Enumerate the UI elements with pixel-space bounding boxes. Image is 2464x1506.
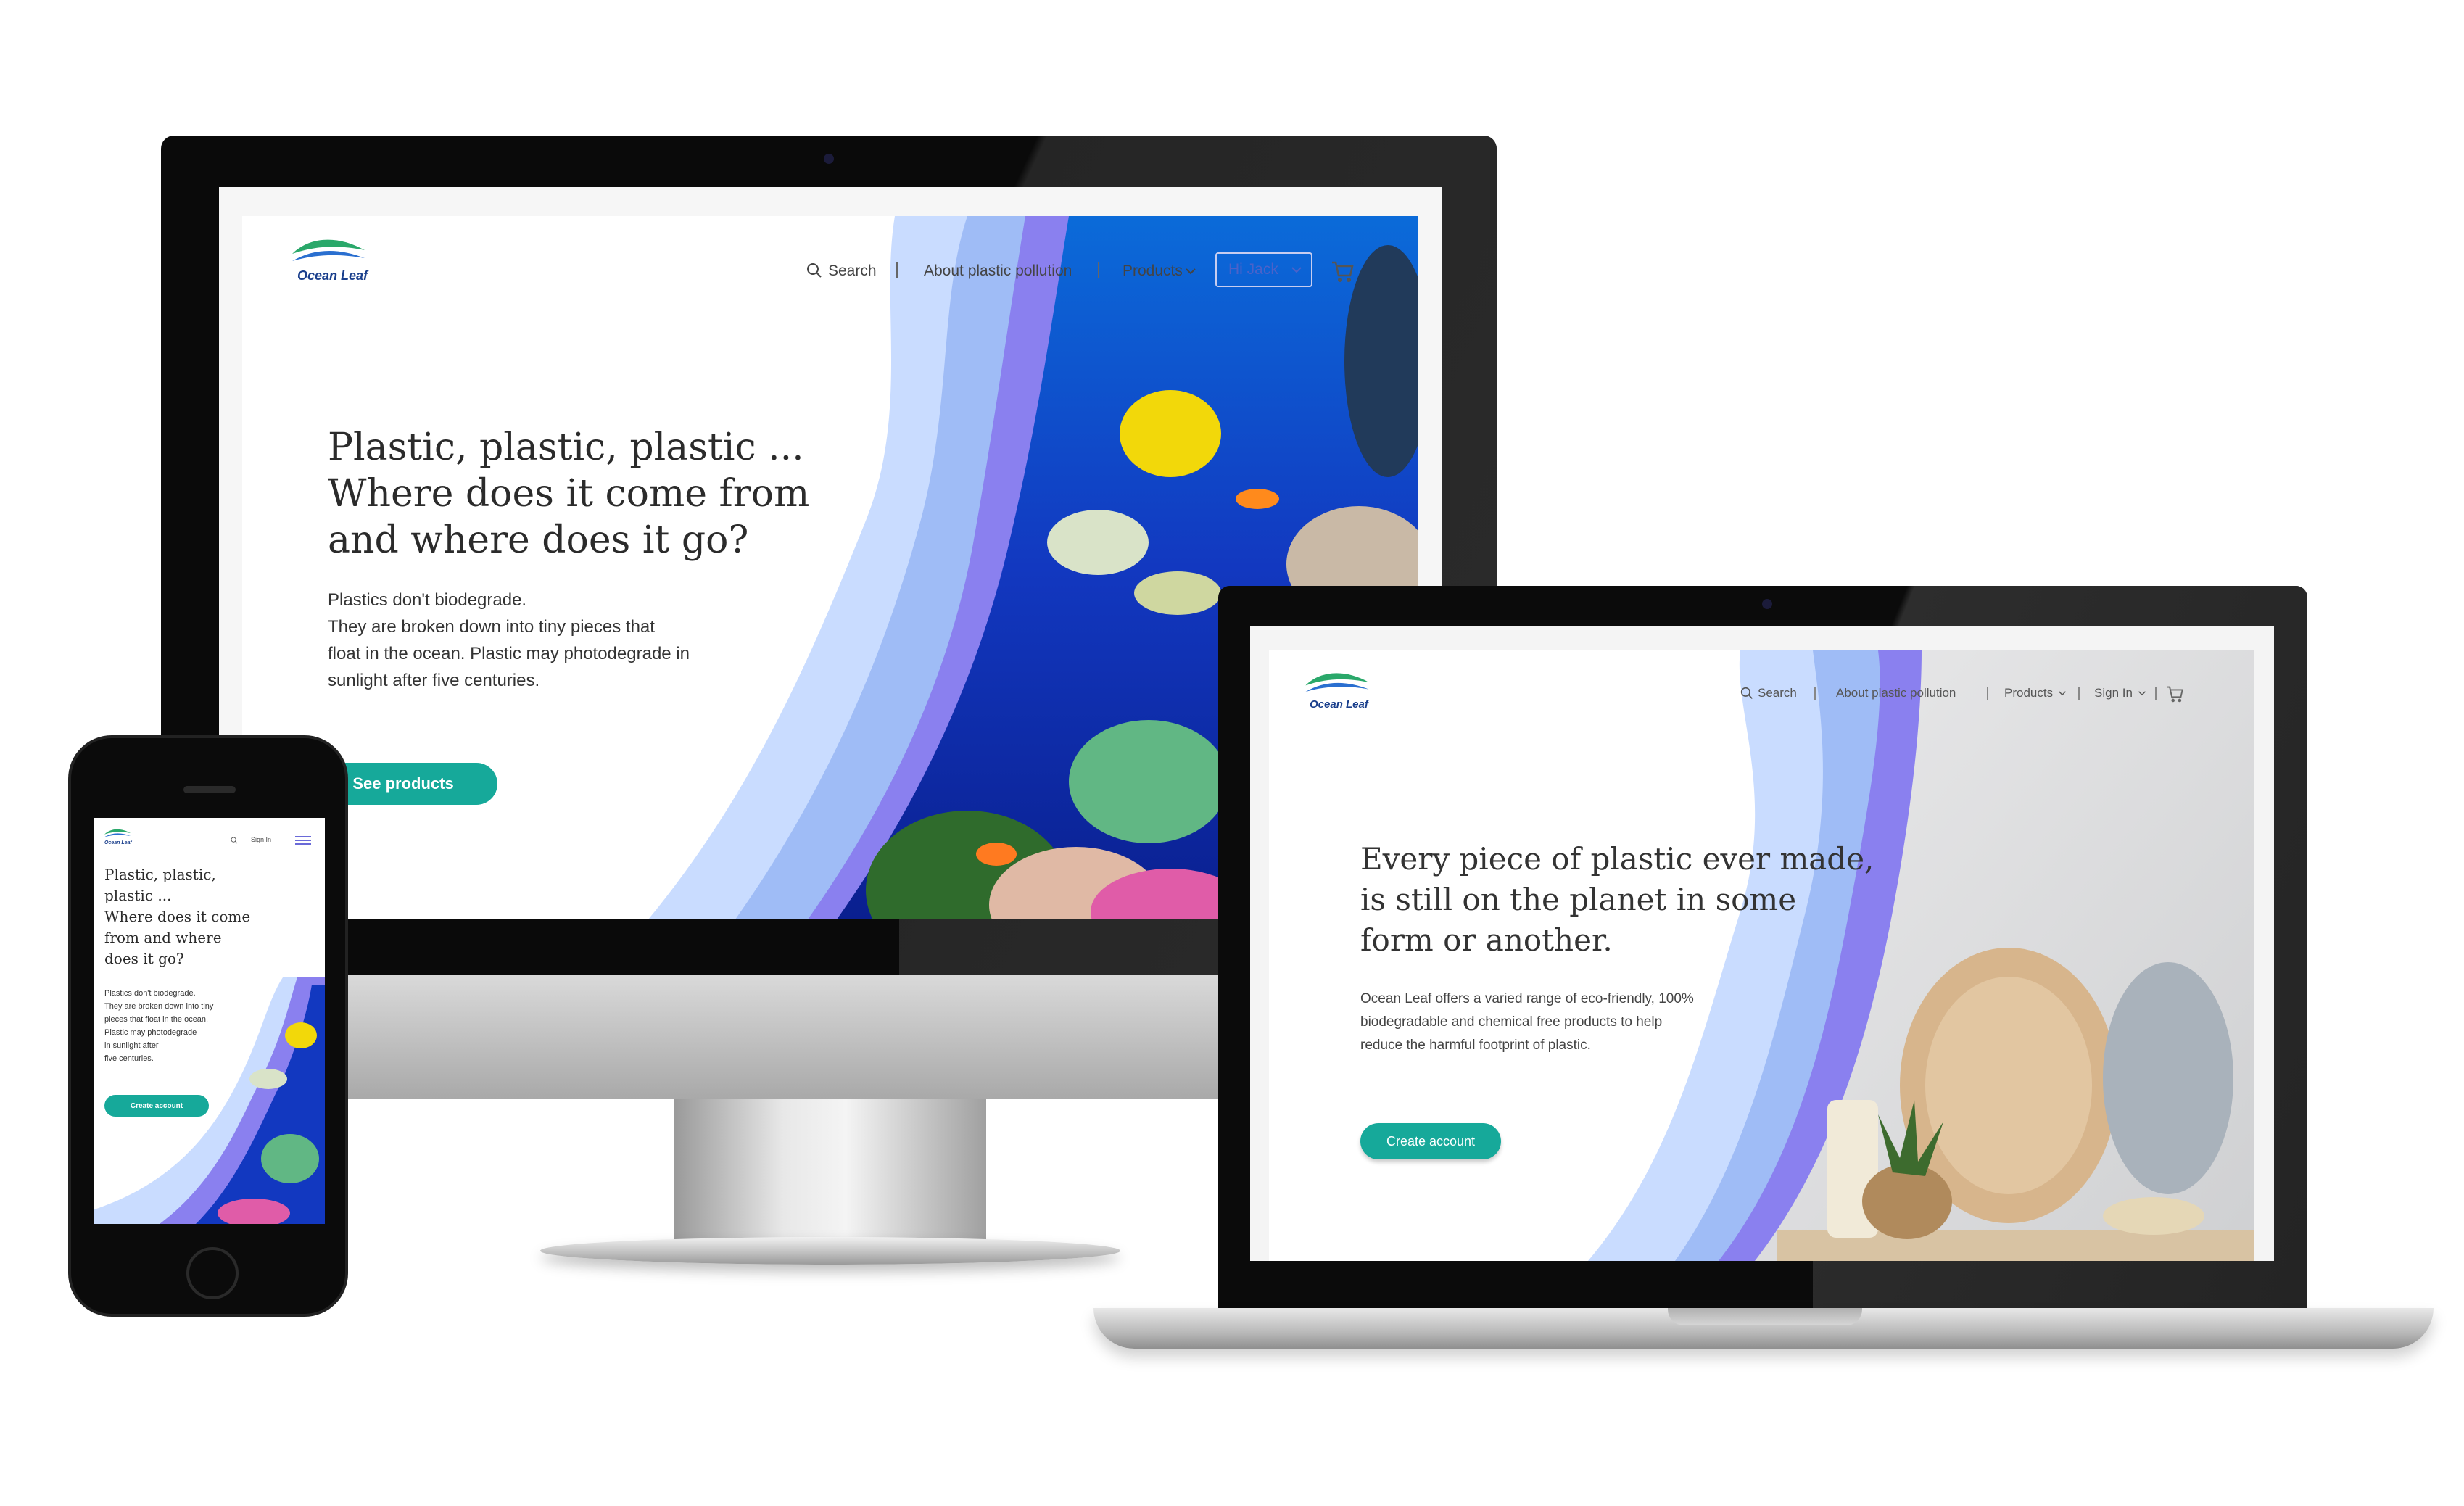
laptop-site: Ocean Leaf Search About plastic pollutio… xyxy=(1269,650,2254,1261)
nav-divider xyxy=(1098,262,1099,278)
nav-divider xyxy=(2155,687,2157,700)
phone-speaker xyxy=(183,786,236,793)
nav-products[interactable]: Products xyxy=(2004,686,2053,700)
nav-search[interactable]: Search xyxy=(1758,686,1797,700)
hero-body-line: Plastic may photodegrade xyxy=(104,1028,197,1037)
brand-name[interactable]: Ocean Leaf xyxy=(104,840,132,845)
laptop-screen: Ocean Leaf Search About plastic pollutio… xyxy=(1250,626,2274,1261)
hero-body-line: in sunlight after xyxy=(104,1041,159,1050)
hero-body-line: five centuries. xyxy=(104,1054,154,1063)
hero-body-line: Ocean Leaf offers a varied range of eco-… xyxy=(1360,991,1694,1006)
laptop-camera xyxy=(1762,599,1772,609)
brand-name[interactable]: Ocean Leaf xyxy=(297,268,368,284)
brand-name[interactable]: Ocean Leaf xyxy=(1310,698,1368,711)
chevron-down-icon[interactable] xyxy=(1185,267,1196,276)
nav-divider xyxy=(1987,687,1988,700)
nav-divider xyxy=(1814,687,1816,700)
hero-heading-line: Where does it come from xyxy=(328,472,810,516)
nav-divider xyxy=(896,262,898,278)
hero-body-line: Plastics don't biodegrade. xyxy=(104,989,196,998)
hero-heading-line: Plastic, plastic, plastic ... xyxy=(328,426,804,469)
hero-body-line: They are broken down into tiny xyxy=(104,1002,214,1011)
chevron-down-icon[interactable] xyxy=(2058,690,2067,697)
mobile-site: Ocean Leaf Sign In Plastic, plastic, pla… xyxy=(94,818,325,1224)
ocean-leaf-logo-icon xyxy=(104,829,131,837)
hero-body-line: pieces that float in the ocean. xyxy=(104,1015,209,1024)
hero-body-line: Plastics don't biodegrade. xyxy=(328,590,527,610)
search-icon[interactable] xyxy=(806,262,822,278)
hero-body-line: They are broken down into tiny pieces th… xyxy=(328,617,655,637)
nav-products[interactable]: Products xyxy=(1123,262,1183,280)
chevron-down-icon[interactable] xyxy=(2138,690,2146,697)
hero-heading-line: form or another. xyxy=(1360,922,1613,958)
nav-divider xyxy=(2078,687,2080,700)
nav-about-plastic-pollution[interactable]: About plastic pollution xyxy=(924,262,1072,280)
hero-heading-line: is still on the planet in some xyxy=(1360,882,1797,917)
phone-home-button[interactable] xyxy=(186,1247,239,1299)
nav-about-plastic-pollution[interactable]: About plastic pollution xyxy=(1836,686,1956,700)
phone-screen: Ocean Leaf Sign In Plastic, plastic, pla… xyxy=(94,818,325,1224)
hero-heading-line: Every piece of plastic ever made, xyxy=(1360,841,1874,877)
ocean-leaf-logo-icon xyxy=(292,239,365,261)
nav-search[interactable]: Search xyxy=(828,262,877,280)
hamburger-menu-icon[interactable] xyxy=(294,835,312,845)
hero-body-line: reduce the harmful footprint of plastic. xyxy=(1360,1038,1591,1053)
cart-icon[interactable] xyxy=(2165,682,2184,704)
hero-heading-line: Where does it come xyxy=(104,908,251,925)
user-greeting[interactable]: Hi Jack xyxy=(1228,261,1278,278)
hero-heading-line: from and where xyxy=(104,929,222,946)
hero-heading-line: Plastic, plastic, xyxy=(104,866,216,883)
nav-sign-in[interactable]: Sign In xyxy=(2094,686,2133,700)
hero-body-line: float in the ocean. Plastic may photodeg… xyxy=(328,644,690,663)
cart-icon[interactable] xyxy=(1330,257,1355,284)
ocean-leaf-logo-icon xyxy=(1305,673,1369,692)
monitor-camera xyxy=(824,154,834,164)
hero-body-line: sunlight after five centuries. xyxy=(328,671,540,690)
monitor-base xyxy=(540,1237,1120,1265)
create-account-button[interactable]: Create account xyxy=(1360,1123,1501,1159)
hero-body-line: biodegradable and chemical free products… xyxy=(1360,1014,1663,1030)
laptop-notch xyxy=(1668,1308,1862,1325)
search-icon[interactable] xyxy=(1740,687,1753,700)
chevron-down-icon[interactable] xyxy=(1291,265,1302,274)
hero-heading-line: plastic ... xyxy=(104,887,172,904)
hero-heading-line: and where does it go? xyxy=(328,518,749,562)
nav-sign-in[interactable]: Sign In xyxy=(251,836,271,843)
search-icon[interactable] xyxy=(231,837,238,844)
hero-heading-line: does it go? xyxy=(104,950,184,967)
monitor-stand xyxy=(674,1099,986,1254)
create-account-button[interactable]: Create account xyxy=(104,1095,209,1117)
